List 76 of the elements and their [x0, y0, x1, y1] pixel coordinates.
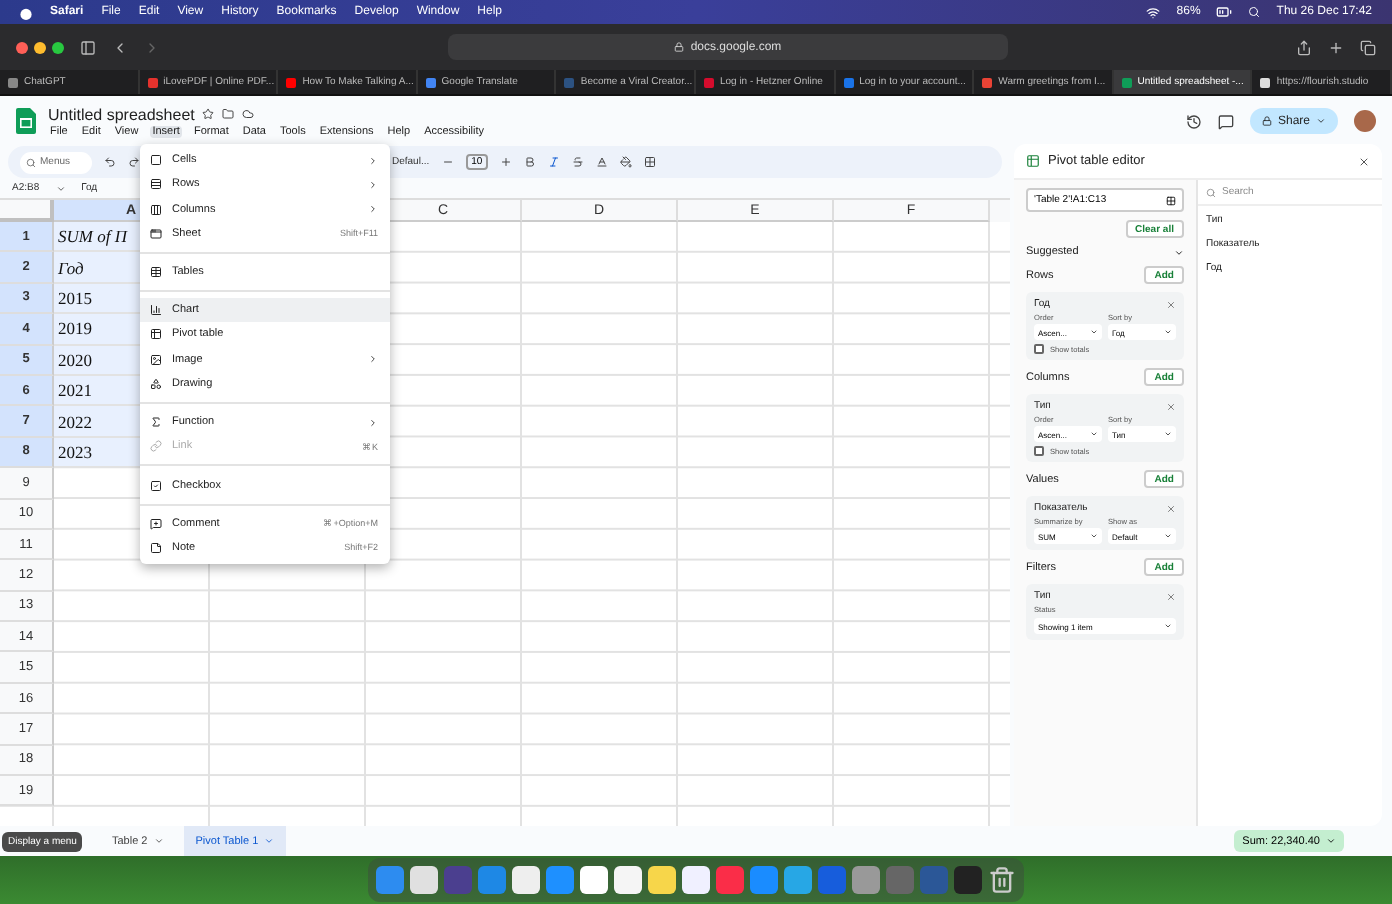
square-icon [150, 154, 162, 167]
logo-icon[interactable] [20, 5, 32, 19]
caret-icon[interactable] [55, 183, 66, 193]
window-icon [150, 227, 162, 240]
lock-icon [1261, 116, 1272, 126]
new-tab-icon[interactable] [1328, 39, 1344, 55]
sheets-logo-icon[interactable] [16, 108, 36, 134]
favicon-icon [1121, 77, 1132, 87]
favicon-icon [564, 77, 575, 87]
lock-icon [674, 42, 685, 52]
checkbox[interactable] [1034, 344, 1044, 354]
shapes-icon [150, 377, 162, 390]
redo-icon[interactable] [128, 156, 140, 168]
star-icon[interactable] [202, 108, 215, 120]
app-icon[interactable] [648, 866, 676, 894]
plus-icon[interactable] [500, 156, 513, 168]
comment-icon[interactable] [1217, 113, 1234, 129]
favicon-icon [425, 77, 436, 87]
rows-icon [150, 178, 162, 191]
bold-icon[interactable] [524, 156, 537, 168]
favicon-icon [286, 77, 297, 87]
close-icon[interactable] [1358, 155, 1370, 167]
image-icon [150, 353, 162, 366]
strikethrough-icon[interactable] [572, 156, 585, 168]
note-icon [150, 541, 162, 554]
undo-icon[interactable] [104, 156, 116, 168]
search-icon [1206, 187, 1216, 197]
minimize-dot[interactable] [34, 41, 46, 53]
history-icon[interactable] [1185, 113, 1202, 129]
link-icon [150, 440, 162, 453]
favicon-icon [703, 77, 714, 87]
bar-chart-icon [150, 304, 162, 317]
zoom-dot[interactable] [52, 41, 64, 53]
close-dot[interactable] [16, 41, 28, 53]
caret-icon [264, 836, 275, 846]
favicon-icon [1260, 77, 1271, 87]
chevron-icon[interactable] [1174, 247, 1184, 257]
table-icon [150, 328, 162, 341]
fill-color-icon[interactable] [620, 156, 633, 168]
comment-icon [150, 517, 162, 530]
sigma-icon [150, 416, 162, 429]
avatar[interactable] [1354, 110, 1376, 132]
sidebar-icon[interactable] [80, 39, 96, 55]
app-icon[interactable] [410, 866, 438, 894]
text-color-icon[interactable] [596, 156, 609, 168]
caret-icon [153, 836, 164, 846]
back-icon[interactable] [112, 39, 128, 55]
document-title[interactable]: Untitled spreadsheet [48, 105, 195, 123]
trash-icon[interactable] [988, 866, 1016, 894]
app-icon[interactable] [580, 866, 608, 894]
tabs-icon[interactable] [1360, 39, 1376, 55]
battery-icon[interactable] [1216, 4, 1233, 20]
columns-icon [150, 203, 162, 216]
italic-icon[interactable] [548, 156, 561, 168]
search-icon[interactable] [1248, 6, 1261, 18]
wifi-icon[interactable] [1146, 5, 1161, 19]
checkbox[interactable] [1034, 446, 1044, 456]
app-icon[interactable] [682, 866, 710, 894]
search-icon [26, 157, 36, 167]
favicon-icon [8, 77, 18, 87]
forward-icon[interactable] [144, 39, 160, 55]
folder-icon[interactable] [222, 108, 235, 120]
cloud-icon[interactable] [242, 108, 255, 120]
favicon-icon [843, 77, 854, 87]
caret-icon [1316, 116, 1326, 126]
app-icon[interactable] [512, 866, 540, 894]
caret-icon [1326, 836, 1336, 846]
table-icon [150, 265, 162, 278]
favicon-icon [982, 77, 993, 87]
checkbox-icon [150, 479, 162, 492]
share-icon[interactable] [1296, 39, 1312, 55]
favicon-icon [147, 77, 158, 87]
pivot-icon [1026, 154, 1040, 168]
grid-icon [1166, 195, 1176, 205]
app-icon[interactable] [614, 866, 642, 894]
borders-icon[interactable] [644, 156, 657, 168]
